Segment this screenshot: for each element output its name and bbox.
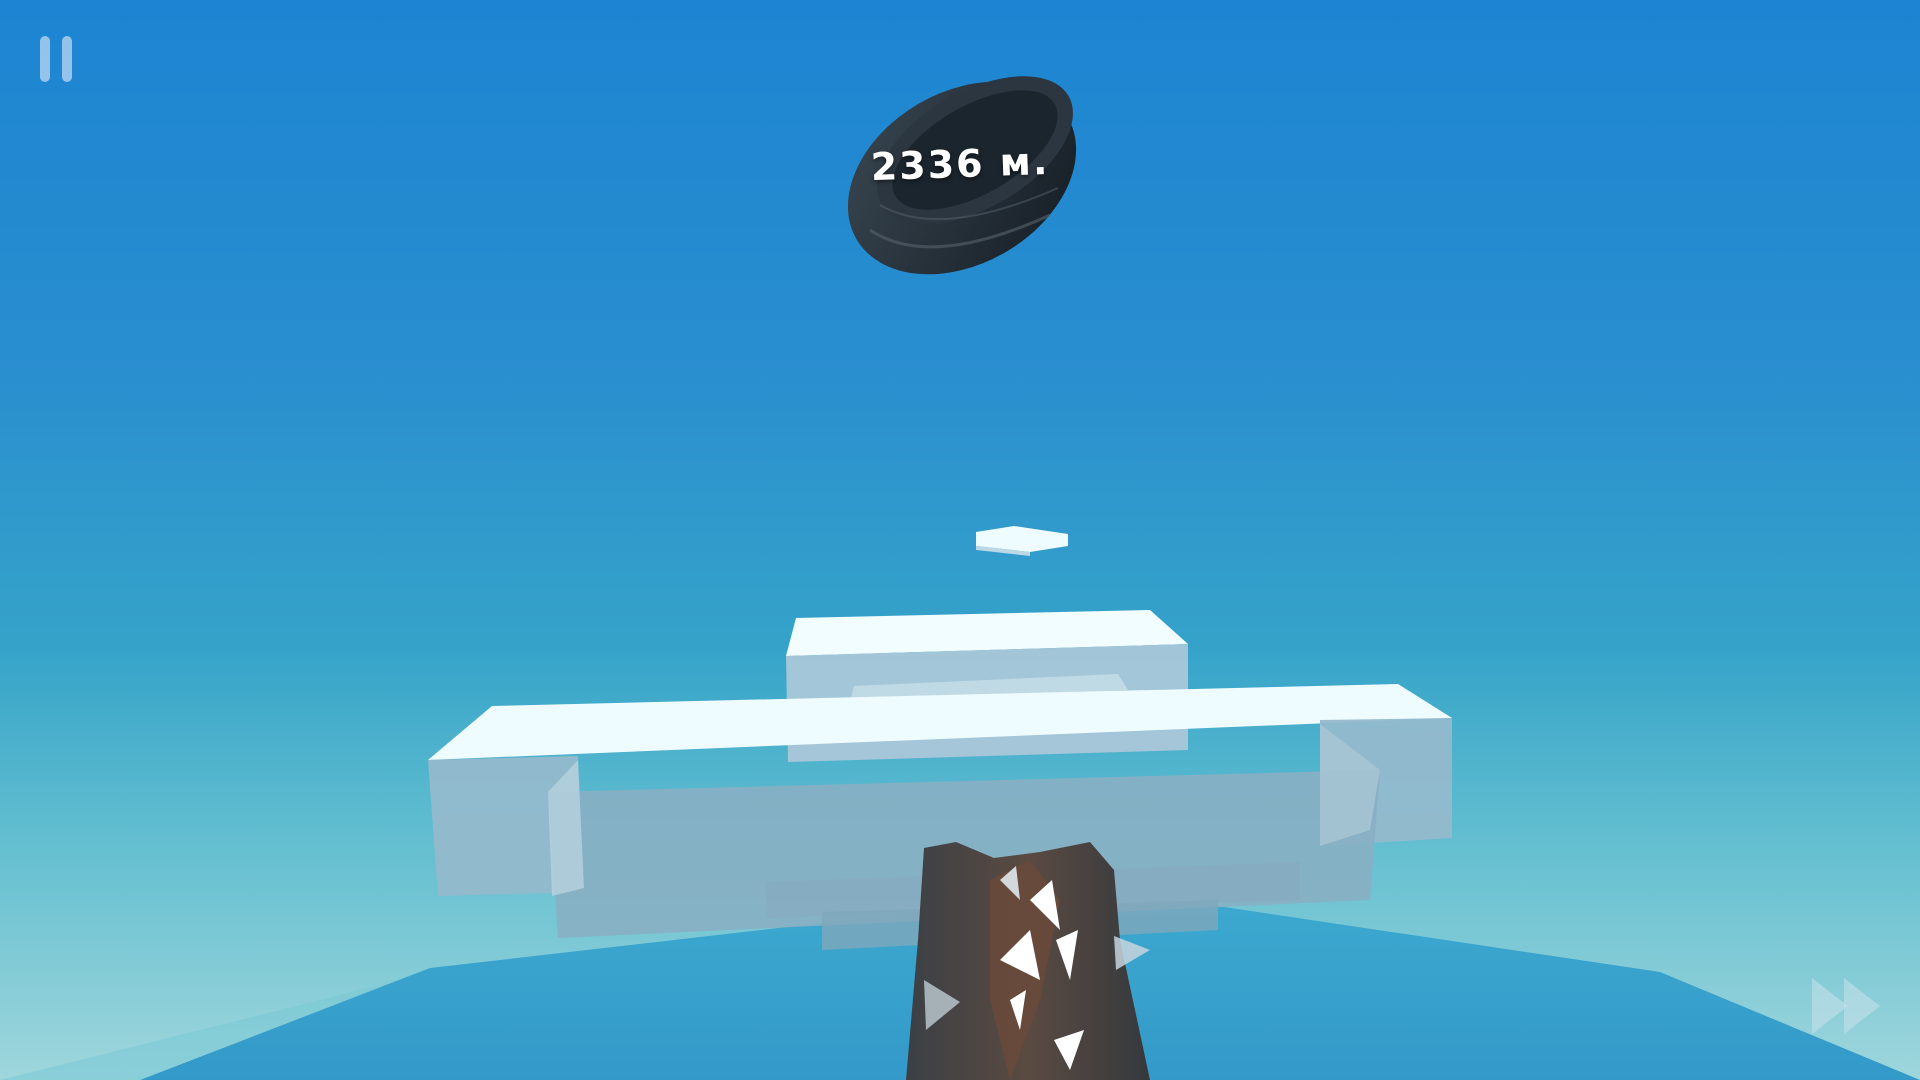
fast-forward-button[interactable] [1808, 974, 1888, 1038]
pause-icon [40, 36, 50, 82]
distance-counter: 2336 м. [870, 138, 1050, 190]
fast-forward-icon [1812, 978, 1880, 1034]
pause-button[interactable] [38, 36, 78, 82]
game-viewport[interactable]: 2336 м. [0, 0, 1920, 1080]
rock-pillar [906, 842, 1150, 1080]
distant-ice-block [976, 526, 1068, 556]
pause-icon-bar [62, 36, 72, 82]
